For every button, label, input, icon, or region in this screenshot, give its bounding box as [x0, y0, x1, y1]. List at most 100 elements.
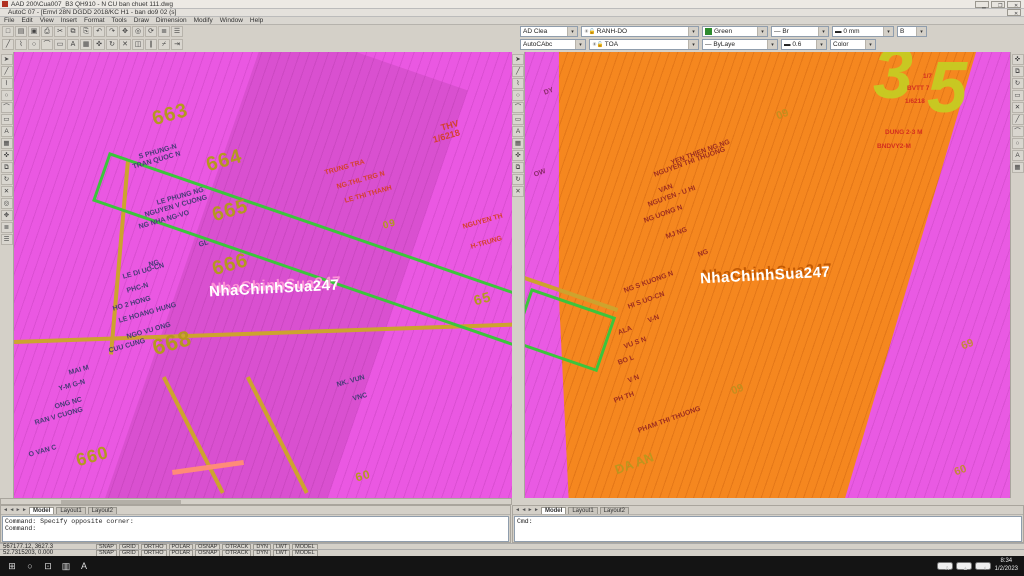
close-button-icon[interactable]: ✕ — [1007, 1, 1021, 8]
menu-format[interactable]: Format — [84, 17, 105, 24]
tab-layout1[interactable]: Layout1 — [568, 507, 597, 514]
rectangle-icon[interactable]: ▭ — [1012, 90, 1024, 101]
menu-dimension[interactable]: Dimension — [156, 17, 187, 24]
layer-combo[interactable]: ☀🔓RANH-DO▾ — [581, 26, 699, 37]
minimize-button-icon[interactable]: ▁ — [975, 1, 989, 8]
text-icon[interactable]: A — [512, 126, 524, 137]
menu-modify[interactable]: Modify — [194, 17, 213, 24]
regen-icon[interactable]: ⟳ — [145, 26, 157, 37]
color-combo[interactable]: Green▾ — [702, 26, 768, 37]
text-style2-combo[interactable]: AutoCAbc▾ — [520, 39, 586, 50]
tab-model[interactable]: Model — [541, 507, 566, 514]
properties-icon[interactable]: ☰ — [171, 26, 183, 37]
arc-icon[interactable]: ⌒ — [1012, 126, 1024, 137]
line-icon[interactable]: ╱ — [512, 66, 524, 77]
redo-icon[interactable]: ↷ — [106, 26, 118, 37]
print-icon[interactable]: ⎙ — [41, 26, 53, 37]
zoom-icon[interactable]: ◎ — [132, 26, 144, 37]
rotate-icon[interactable]: ↻ — [1012, 78, 1024, 89]
search-icon[interactable]: ○ — [24, 560, 36, 572]
copy-icon[interactable]: ⧉ — [67, 26, 79, 37]
drawing-canvas-right[interactable]: 3 5 1/7BVTT 71/6218DUNG 2-3 MBNDVY2-M YE… — [525, 52, 1010, 498]
lineweight-combo[interactable]: ▬ 0 mm▾ — [832, 26, 894, 37]
move-icon[interactable]: ✜ — [93, 39, 105, 50]
new-icon[interactable]: □ — [2, 26, 14, 37]
lineweight2-combo[interactable]: ▬ 0.6▾ — [781, 39, 827, 50]
arc-icon[interactable]: ⌒ — [41, 39, 53, 50]
drawing-canvas-left[interactable]: 663664665666668660650960 S PHUNG-NTRAN Q… — [14, 52, 512, 498]
erase-icon[interactable]: ✕ — [1012, 102, 1024, 113]
linetype2-combo[interactable]: — ByLaye▾ — [702, 39, 778, 50]
arc-icon[interactable]: ⌒ — [512, 102, 524, 113]
menu-insert[interactable]: Insert — [61, 17, 77, 24]
hatch-icon[interactable]: ▦ — [80, 39, 92, 50]
line-icon[interactable]: ╱ — [1012, 114, 1024, 125]
menu-draw[interactable]: Draw — [134, 17, 149, 24]
layers-icon[interactable]: ≣ — [1, 222, 13, 233]
menu-file[interactable]: File — [4, 17, 14, 24]
scrollbar-thumb[interactable] — [61, 500, 181, 504]
circle-icon[interactable]: ○ — [512, 90, 524, 101]
erase-icon[interactable]: ✕ — [119, 39, 131, 50]
rectangle-icon[interactable]: ▭ — [1, 114, 13, 125]
offset-icon[interactable]: ∥ — [145, 39, 157, 50]
tab-layout2[interactable]: Layout2 — [88, 507, 117, 514]
line-icon[interactable]: ╱ — [1, 66, 13, 77]
volume-icon[interactable]: ◖ — [975, 562, 991, 570]
circle-icon[interactable]: ○ — [1, 90, 13, 101]
select-icon[interactable]: ➤ — [1, 54, 13, 65]
save-icon[interactable]: ▣ — [28, 26, 40, 37]
open-icon[interactable]: ▤ — [15, 26, 27, 37]
cut-icon[interactable]: ✂ — [54, 26, 66, 37]
autocad-app-icon[interactable]: A — [78, 560, 90, 572]
menu-window[interactable]: Window — [220, 17, 243, 24]
copy-icon[interactable]: ⧉ — [1012, 66, 1024, 77]
circle-icon[interactable]: ○ — [28, 39, 40, 50]
paste-icon[interactable]: ⎘ — [80, 26, 92, 37]
command-line-window1[interactable]: Command: Specify opposite corner: Comman… — [2, 516, 509, 542]
extend-icon[interactable]: ⇥ — [171, 39, 183, 50]
erase-icon[interactable]: ✕ — [1, 186, 13, 197]
text-icon[interactable]: A — [67, 39, 79, 50]
file-explorer-icon[interactable]: ▥ — [60, 560, 72, 572]
rotate-icon[interactable]: ↻ — [106, 39, 118, 50]
copy-icon[interactable]: ⧉ — [512, 162, 524, 173]
tab-nav-arrows[interactable]: ◄ ◄ ► ► — [3, 507, 27, 513]
plotstyle-combo[interactable]: B▾ — [897, 26, 927, 37]
undo-icon[interactable]: ↶ — [93, 26, 105, 37]
menu-view[interactable]: View — [40, 17, 54, 24]
line-icon[interactable]: ╱ — [2, 39, 14, 50]
menu-help[interactable]: Help — [250, 17, 263, 24]
linetype-combo[interactable]: — Br▾ — [771, 26, 829, 37]
hatch-icon[interactable]: ▦ — [512, 138, 524, 149]
network-icon[interactable]: ▴ — [956, 562, 972, 570]
arc-icon[interactable]: ⌒ — [1, 102, 13, 113]
text-style-combo[interactable]: AD Clea▾ — [520, 26, 578, 37]
task-view-icon[interactable]: ⊡ — [42, 560, 54, 572]
horizontal-scrollbar[interactable] — [0, 498, 512, 505]
pan-icon[interactable]: ✥ — [1, 210, 13, 221]
text-icon[interactable]: A — [1, 126, 13, 137]
command-line-window2[interactable]: Cmd: — [514, 516, 1022, 542]
hatch-icon[interactable]: ▦ — [1, 138, 13, 149]
pan-icon[interactable]: ✥ — [119, 26, 131, 37]
hatch-icon[interactable]: ▦ — [1012, 162, 1024, 173]
rectangle-icon[interactable]: ▭ — [54, 39, 66, 50]
rotate-icon[interactable]: ↻ — [512, 174, 524, 185]
tab-nav-arrows[interactable]: ◄ ◄ ► ► — [515, 507, 539, 513]
zoom-icon[interactable]: ◎ — [1, 198, 13, 209]
tab-model[interactable]: Model — [29, 507, 54, 514]
layers-icon[interactable]: ≣ — [158, 26, 170, 37]
polyline-icon[interactable]: ⌇ — [1, 78, 13, 89]
rectangle-icon[interactable]: ▭ — [512, 114, 524, 125]
polyline-icon[interactable]: ⌇ — [15, 39, 27, 50]
layer2-combo[interactable]: ☀🔓TOA▾ — [589, 39, 699, 50]
text-icon[interactable]: A — [1012, 150, 1024, 161]
tab-layout1[interactable]: Layout1 — [56, 507, 85, 514]
move-icon[interactable]: ✜ — [512, 150, 524, 161]
restore-button-icon[interactable]: ❐ — [991, 1, 1005, 8]
rotate-icon[interactable]: ↻ — [1, 174, 13, 185]
erase-icon[interactable]: ✕ — [512, 186, 524, 197]
copy-icon[interactable]: ⧉ — [1, 162, 13, 173]
menu-edit[interactable]: Edit — [21, 17, 32, 24]
